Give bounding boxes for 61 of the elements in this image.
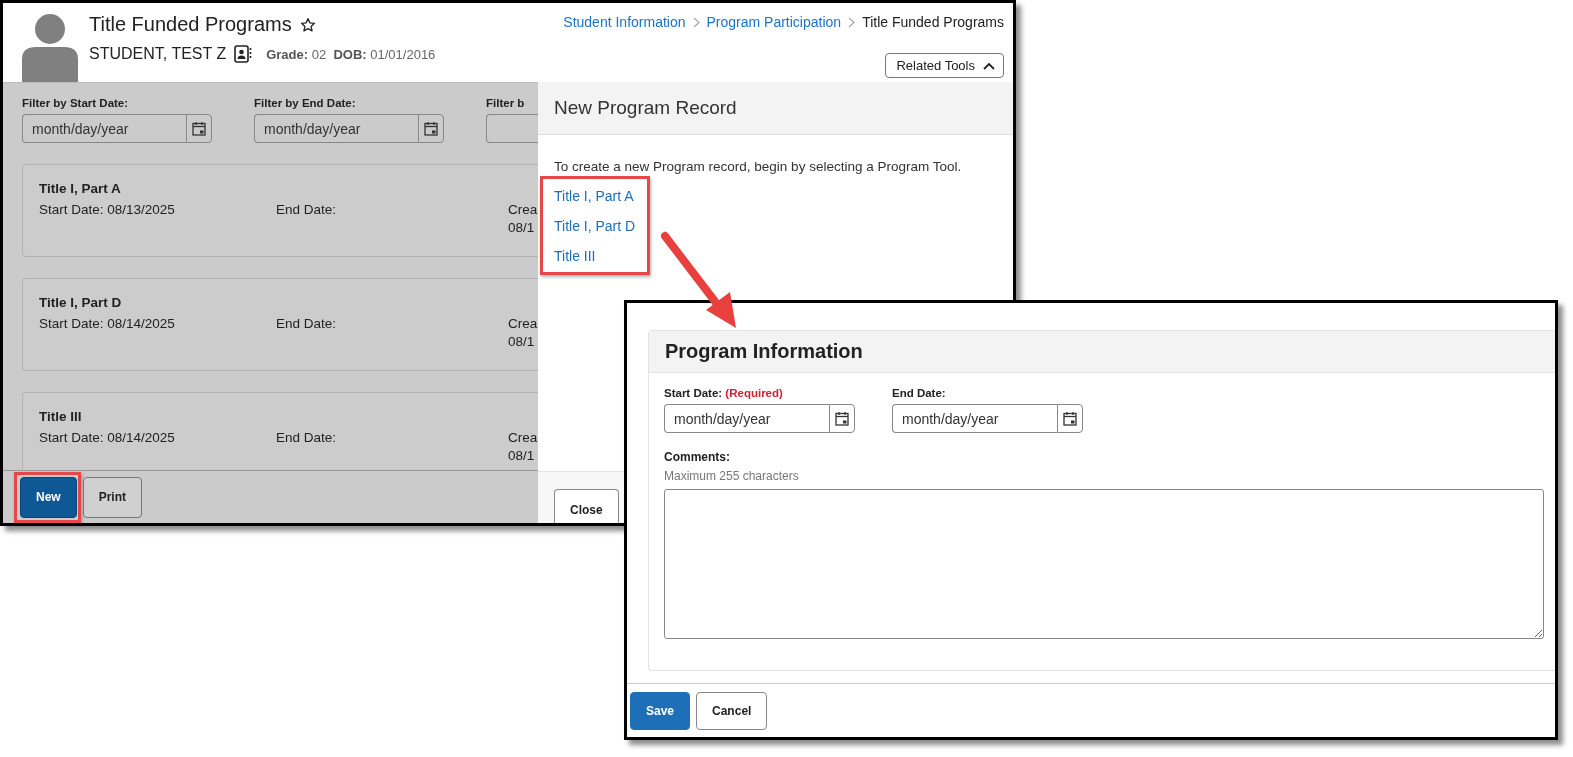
hint-text: Maximum 255 characters	[664, 469, 800, 483]
record-text: Crea	[508, 316, 538, 331]
new-button[interactable]: New	[20, 476, 77, 518]
record-text: 08/1	[508, 334, 536, 349]
save-button[interactable]: Save	[630, 692, 691, 730]
record-text: Crea	[508, 430, 538, 445]
date-field[interactable]: month/day/year	[22, 114, 186, 143]
date-field[interactable]: month/day/year	[664, 404, 829, 433]
field-label: Start Date: (Required)	[664, 387, 784, 399]
end-date-text: End Date:	[276, 430, 338, 447]
program-record-card[interactable]: Title I, Part D Start Date: 08/14/2025 End Date: Crea 08/1	[22, 278, 538, 371]
start-date-text: Start Date: 08/14/2025	[39, 430, 176, 447]
program-tool-link[interactable]: Title I, Part D	[554, 218, 636, 234]
record-title: Title III	[39, 409, 83, 424]
related-tools-button[interactable]: Related Tools	[885, 53, 1004, 78]
end-date-text: End Date:	[276, 202, 338, 219]
comments-field[interactable]	[664, 489, 1544, 639]
record-text: 08/1	[508, 220, 536, 235]
record-text: 08/1	[508, 448, 536, 463]
filter-label: Filter by Start Date:	[22, 97, 130, 109]
breadcrumb-link[interactable]: Program Participation	[706, 14, 842, 30]
program-record-card[interactable]: Title I, Part A Start Date: 08/13/2025 End Date: Crea 08/1	[22, 164, 538, 257]
start-date-text: Start Date: 08/13/2025	[39, 202, 176, 219]
breadcrumb-link[interactable]: Student Information	[563, 14, 686, 30]
star-icon[interactable]	[299, 16, 316, 33]
calendar-icon	[424, 121, 438, 136]
calendar-icon	[1063, 411, 1077, 426]
calendar-icon	[192, 121, 206, 136]
student-details: Grade: 02 DOB: 01/01/2016	[266, 46, 436, 62]
program-tool-link[interactable]: Title I, Part A	[554, 188, 636, 204]
program-record-card[interactable]: Title III Start Date: 08/14/2025 End Date: Crea 08/1	[22, 392, 538, 470]
record-text: Crea	[508, 202, 538, 217]
program-tool-link[interactable]: Title III	[554, 248, 636, 264]
section-title: Program Information	[649, 331, 1555, 373]
filter-label: Filter b	[486, 97, 526, 109]
date-field[interactable]: month/day/year	[892, 404, 1057, 433]
chevron-right-icon	[692, 16, 700, 28]
filter-label: Filter by End Date:	[254, 97, 357, 109]
cancel-button[interactable]: Cancel	[696, 692, 768, 730]
panel-title: New Program Record	[538, 82, 1013, 135]
field-label: Comments:	[664, 450, 731, 464]
field-label: End Date:	[892, 387, 947, 399]
breadcrumb-current: Title Funded Programs	[862, 14, 1004, 30]
close-button[interactable]: Close	[554, 489, 619, 523]
instruction-text: To create a new Program record, begin by selecting a Program Tool.	[554, 159, 963, 174]
student-name: STUDENT, TEST Z	[89, 45, 227, 63]
print-button[interactable]: Print	[82, 476, 143, 518]
calendar-button[interactable]	[1057, 404, 1083, 433]
record-title: Title I, Part D	[39, 295, 123, 310]
page-title: Title Funded Programs	[89, 13, 292, 36]
calendar-button[interactable]	[829, 404, 855, 433]
avatar-icon	[22, 14, 78, 82]
chevron-right-icon	[848, 16, 856, 28]
end-date-text: End Date:	[276, 316, 338, 333]
date-field[interactable]: month/day/year	[254, 114, 418, 143]
record-title: Title I, Part A	[39, 181, 122, 196]
start-date-text: Start Date: 08/14/2025	[39, 316, 176, 333]
calendar-button[interactable]	[418, 114, 444, 143]
calendar-icon	[835, 411, 849, 426]
contact-card-icon[interactable]	[234, 45, 253, 63]
calendar-button[interactable]	[186, 114, 212, 143]
